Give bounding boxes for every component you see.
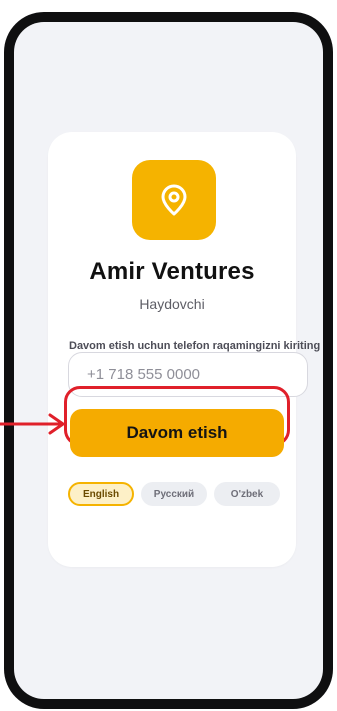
- continue-button[interactable]: Davom etish: [70, 409, 284, 457]
- app-logo: [132, 160, 216, 240]
- language-option-russian[interactable]: Русский: [141, 482, 207, 506]
- login-card: Amir Ventures Haydovchi Davom etish uchu…: [48, 132, 320, 567]
- location-pin-icon: [161, 184, 187, 216]
- language-switcher: English Русский O'zbek: [68, 482, 280, 506]
- app-screen: Amir Ventures Haydovchi Davom etish uchu…: [14, 22, 323, 699]
- language-option-english[interactable]: English: [68, 482, 134, 506]
- app-subtitle: Haydovchi: [139, 296, 205, 312]
- language-option-uzbek[interactable]: O'zbek: [214, 482, 280, 506]
- app-title: Amir Ventures: [89, 258, 255, 285]
- phone-field-label: Davom etish uchun telefon raqamingizni k…: [69, 340, 321, 352]
- phone-frame: Amir Ventures Haydovchi Davom etish uchu…: [4, 12, 333, 709]
- right-arrow-icon: [0, 413, 65, 435]
